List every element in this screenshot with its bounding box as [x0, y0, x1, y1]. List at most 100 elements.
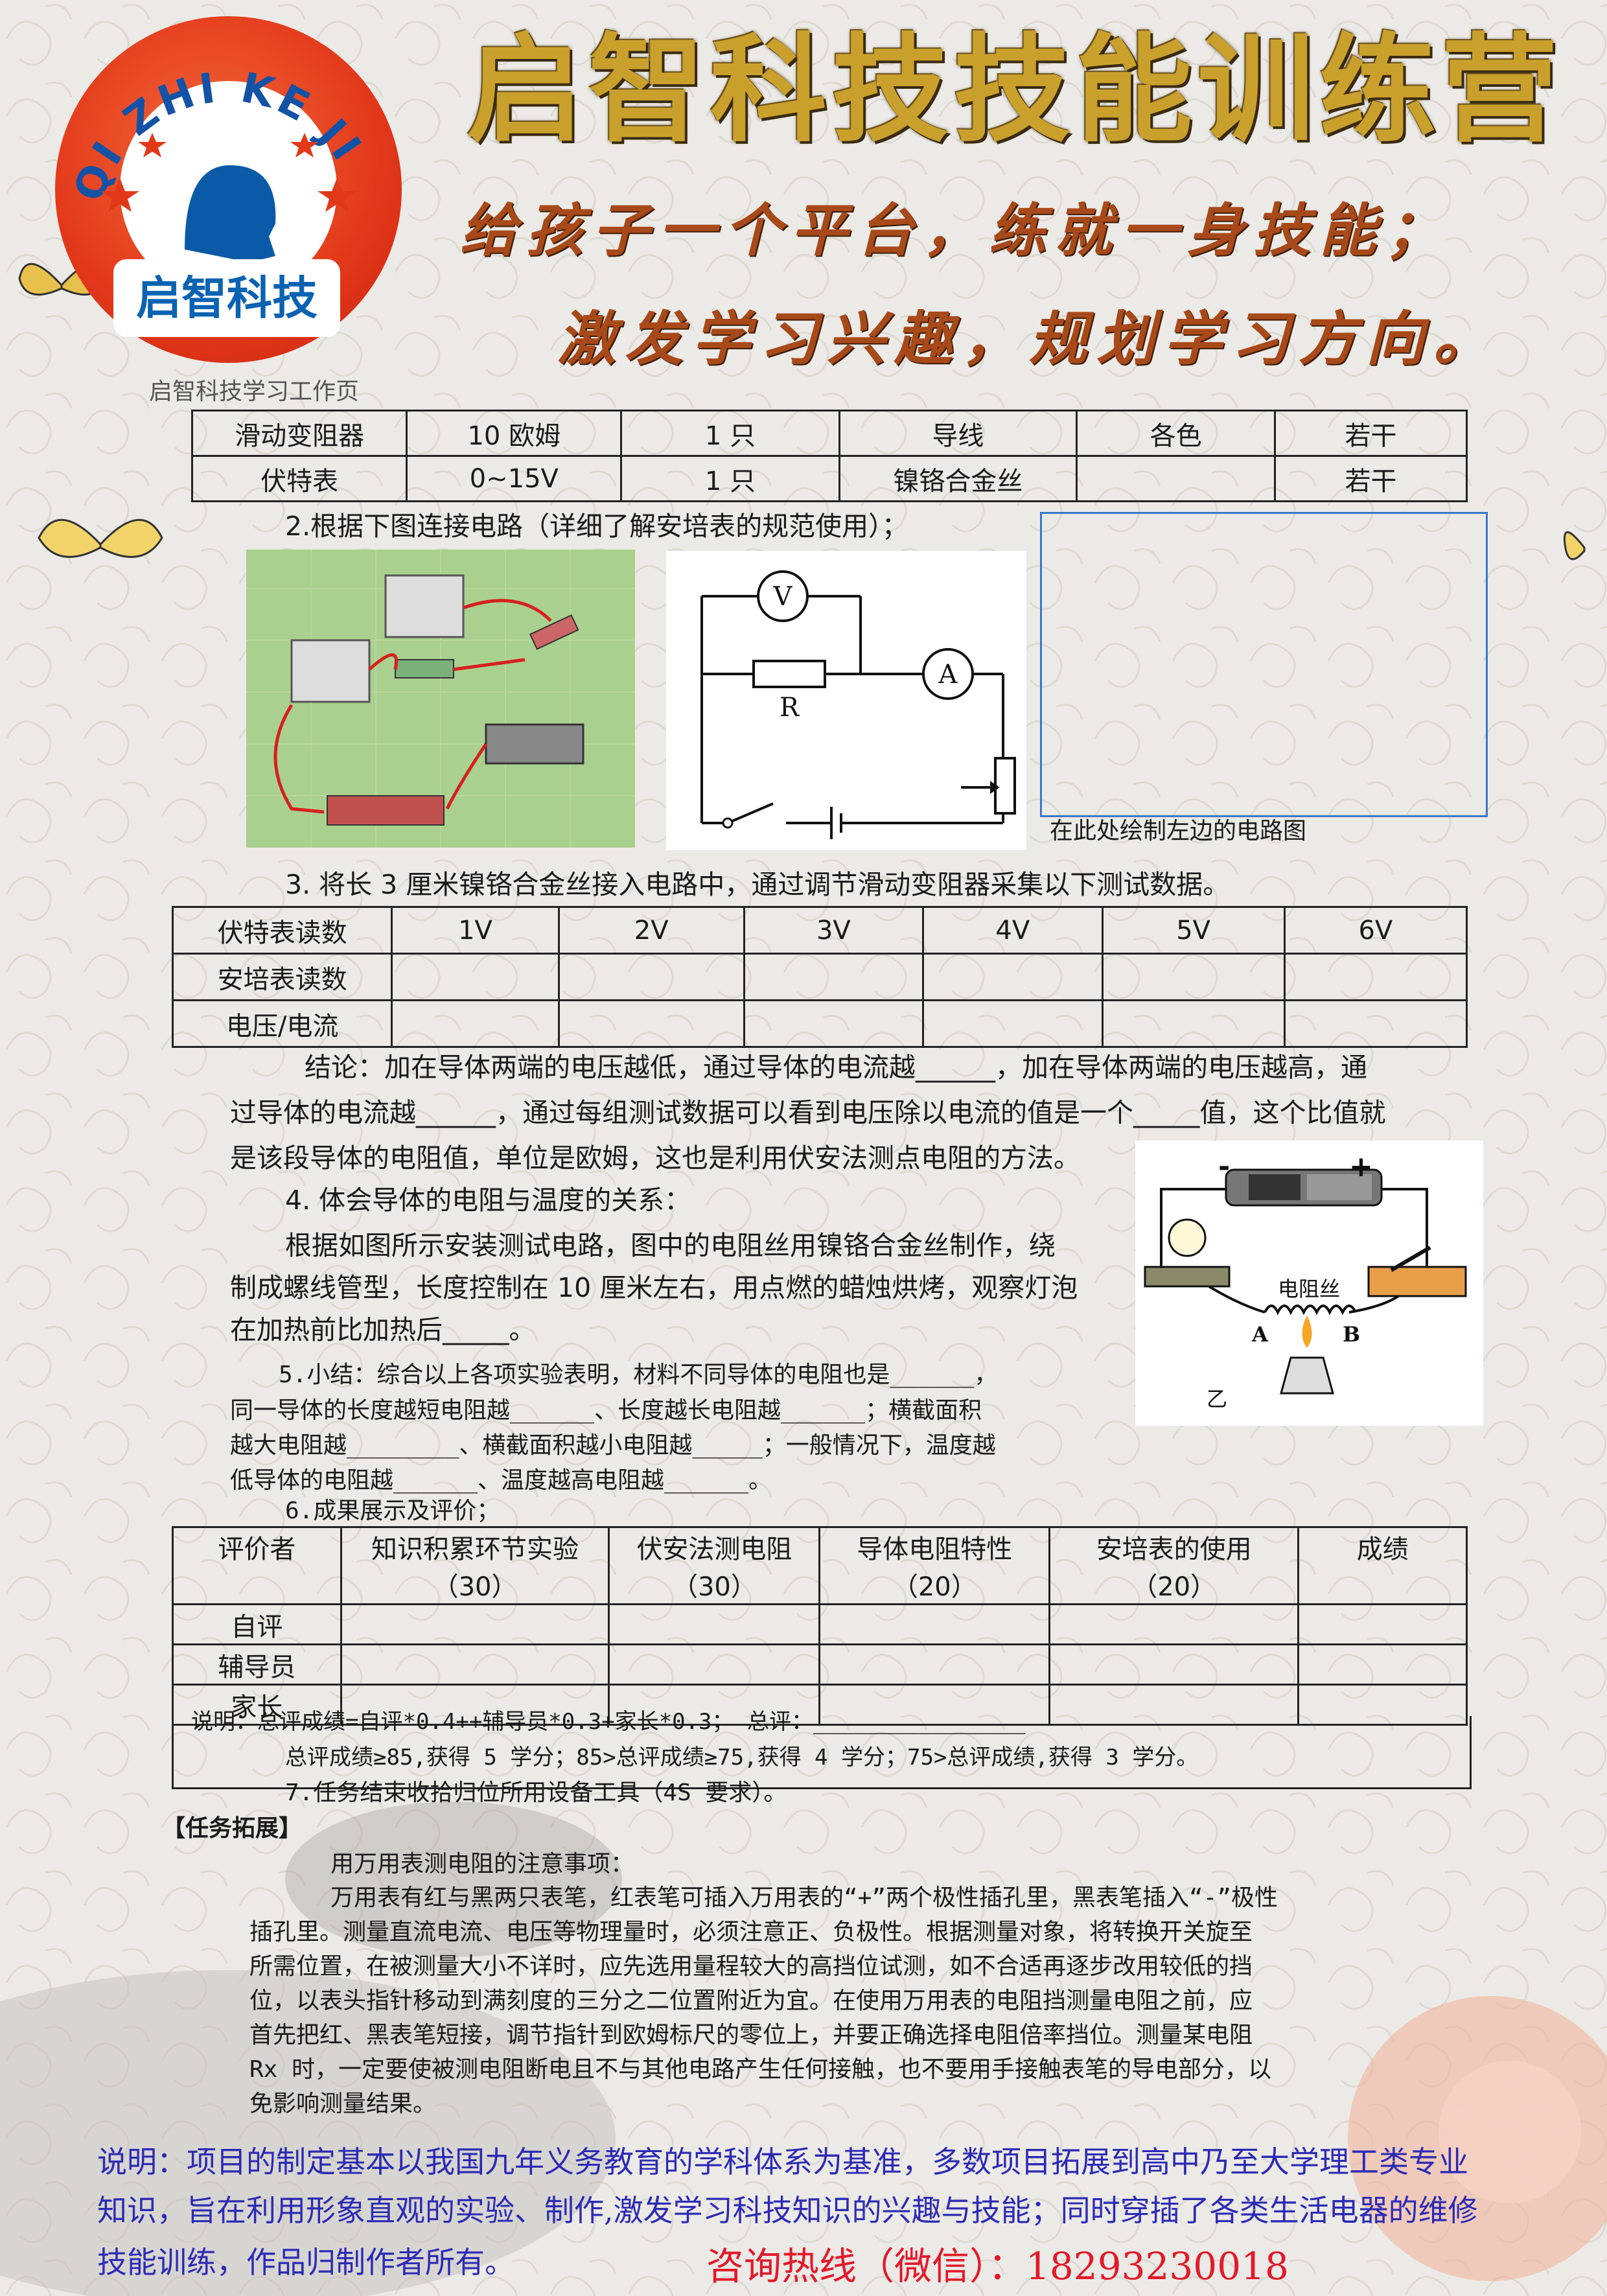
table-cell[interactable]: [743, 999, 925, 1048]
table-cell: 伏特表: [191, 455, 408, 502]
point-a-label: A: [1251, 1322, 1269, 1347]
step5-line-4: 低导体的电阻越______、温度越高电阻越______。: [230, 1467, 772, 1494]
table-header: 导体电阻特性 （20）: [818, 1526, 1051, 1605]
table-cell: 6V: [1283, 906, 1468, 955]
step3-text: 3. 将长 3 厘米镍铬合金丝接入电路中，通过调节滑动变阻器采集以下测试数据。: [285, 869, 1230, 900]
table-cell: 导线: [838, 410, 1078, 457]
footer-line-3: 技能训练，作品归制作者所有。: [97, 2245, 514, 2280]
table-cell: 1 只: [620, 455, 840, 502]
extension-line: 位，以表头指针移动到满刻度的三分之二位置附近为宜。在使用万用表的电阻挡测量电阻之…: [249, 1988, 1253, 2014]
table-cell[interactable]: [1048, 1643, 1300, 1686]
table-cell[interactable]: [340, 1603, 610, 1645]
table-cell[interactable]: [340, 1643, 610, 1686]
butterfly-icon: [38, 519, 163, 558]
extension-line: Rx 时，一定要使被测电阻断电且不与其他电路产生任何接触，也不要用手接触表笔的导…: [249, 2056, 1272, 2083]
battery-minus-label: -: [1218, 1150, 1230, 1183]
extension-line: 首先把红、黑表笔短接，调节指针到欧姆标尺的零位上，并要正确选择电阻倍率挡位。测量…: [249, 2022, 1253, 2048]
table-header: 伏安法测电阻 （30）: [608, 1526, 821, 1605]
drawing-caption: 在此处绘制左边的电路图: [1050, 818, 1307, 844]
header-note: 启智科技学习工作页: [149, 378, 360, 405]
step4-title: 4. 体会导体的电阻与温度的关系：: [285, 1185, 691, 1216]
heating-circuit-diagram: - + 电阻丝 A B 乙: [1135, 1141, 1483, 1426]
table-cell: 2V: [557, 906, 745, 955]
step7-text: 7.任务结束收拾归位所用设备工具（4S 要求）。: [285, 1780, 787, 1806]
step4-line-2: 制成螺线管型，长度控制在 10 厘米左右，用点燃的蜡烛烘烤，观察灯泡: [230, 1272, 1078, 1303]
table-cell: 1 只: [620, 410, 840, 457]
conclusion-line-2: 过导体的电流越______，通过每组测试数据可以看到电压除以电流的值是一个___…: [230, 1097, 1386, 1128]
header-label: 伏安法测电阻: [636, 1535, 792, 1564]
table-cell: 3V: [743, 906, 925, 955]
voltmeter-label: V: [773, 582, 793, 612]
step5-line-2: 同一导体的长度越短电阻越______、长度越长电阻越______；横截面积: [230, 1397, 982, 1424]
table-cell[interactable]: [1283, 953, 1468, 1001]
header-label: 知识积累环节实验: [371, 1535, 579, 1564]
point-b-label: B: [1343, 1322, 1360, 1347]
table-cell[interactable]: [818, 1603, 1051, 1645]
table-cell: 镍铬合金丝: [838, 455, 1078, 502]
equipment-table: 滑动变阻器 10 欧姆 1 只 导线 各色 若干 伏特表 0~15V 1 只 镍…: [191, 410, 1468, 502]
hotline[interactable]: 咨询热线（微信）：18293230018: [706, 2236, 1289, 2290]
table-cell: 安培表读数: [171, 953, 393, 1001]
footer-line-1: 说明：项目的制定基本以我国九年义务教育的学科体系为基准，多数项目拓展到高中乃至大…: [97, 2144, 1468, 2179]
table-cell[interactable]: [1283, 999, 1468, 1048]
evaluation-note-2: 总评成绩≥85,获得 5 学分；85>总评成绩≥75,获得 4 学分；75>总评…: [285, 1745, 1199, 1770]
resistor-label: R: [780, 693, 800, 723]
ammeter-label: A: [938, 660, 958, 690]
header-score: （20）: [1131, 1572, 1217, 1602]
table-cell[interactable]: [1101, 999, 1286, 1048]
step4-line-3: 在加热前比加热后_____。: [230, 1314, 536, 1345]
slogan-line-2: 激发学习兴趣，规划学习方向。: [557, 305, 1501, 373]
table-cell: 1V: [391, 906, 560, 955]
extension-line: 免影响测量结果。: [249, 2091, 437, 2117]
extension-line: 万用表有红与黑两只表笔，红表笔可插入万用表的“+”两个极性插孔里，黑表笔插入“-…: [330, 1884, 1278, 1911]
table-header: 安培表的使用 （20）: [1048, 1526, 1300, 1605]
header-label: 导体电阻特性: [857, 1535, 1013, 1564]
table-cell[interactable]: [608, 1643, 821, 1686]
table-cell: 4V: [922, 906, 1104, 955]
table-cell[interactable]: [1297, 1603, 1468, 1645]
extension-subtitle: 用万用表测电阻的注意事项：: [330, 1851, 634, 1877]
table-cell: 电压/电流: [171, 999, 393, 1048]
circuit-photo: [246, 550, 635, 848]
table-cell[interactable]: [922, 953, 1104, 1001]
step6-title: 6.成果展示及评价；: [285, 1498, 500, 1524]
evaluation-note-1: 说明：总评成绩=自评*0.4++辅导员*0.3+家长*0.3； 总评：_____…: [191, 1709, 1026, 1735]
step5-line-1: 5.小结：综合以上各项实验表明，材料不同导体的电阻也是______，: [279, 1362, 998, 1388]
footer-line-2: 知识，旨在利用形象直观的实验、制作,激发学习科技知识的兴趣与技能；同时穿插了各类…: [97, 2193, 1478, 2228]
table-cell: 滑动变阻器: [191, 410, 408, 457]
row-label: 辅导员: [172, 1643, 342, 1686]
header-label: 评价者: [218, 1535, 296, 1564]
table-cell: 若干: [1274, 455, 1468, 502]
evaluation-table: 评价者 知识积累环节实验 （30） 伏安法测电阻 （30） 导体电阻特性 （20） 安…: [172, 1526, 1468, 1726]
table-cell[interactable]: [1048, 1603, 1300, 1645]
table-cell[interactable]: [743, 953, 925, 1001]
data-table: 伏特表读数 1V 2V 3V 4V 5V 6V 安培表读数 电压/电流: [171, 906, 1468, 1048]
slogan-line-1: 给孩子一个平台，练就一身技能；: [460, 196, 1452, 264]
table-cell: 5V: [1101, 906, 1286, 955]
extension-line: 插孔里。测量直流电流、电压等物理量时，必须注意正、负极性。根据测量对象，将转换开…: [249, 1919, 1253, 1945]
table-cell: [1076, 455, 1277, 502]
table-cell[interactable]: [557, 953, 745, 1001]
table-cell[interactable]: [1101, 953, 1286, 1001]
table-cell[interactable]: [608, 1603, 821, 1645]
conclusion-line-3: 是该段导体的电阻值，单位是欧姆，这也是利用伏安法测点电阻的方法。: [230, 1142, 1080, 1174]
table-cell[interactable]: [1297, 1643, 1468, 1686]
table-cell: 若干: [1274, 410, 1468, 457]
drawing-area[interactable]: [1040, 512, 1488, 817]
step5-line-3: 越大电阻越________、横截面积越小电阻越_____；一般情况下，温度越: [230, 1432, 996, 1459]
circuit-diagram: V R A: [666, 551, 1026, 850]
row-label: 自评: [172, 1603, 342, 1645]
table-cell[interactable]: [391, 999, 560, 1048]
extension-line: 所需位置，在被测量大小不详时，应先选用量程较大的高挡位试测，如不合适再逐步改用较…: [249, 1953, 1253, 1980]
table-cell: 各色: [1076, 410, 1277, 457]
step2-text: 2.根据下图连接电路（详细了解安培表的规范使用）；: [285, 511, 908, 542]
table-cell[interactable]: [557, 999, 745, 1048]
table-cell: 伏特表读数: [171, 906, 393, 955]
table-header: 成绩: [1297, 1526, 1468, 1605]
battery-plus-label: +: [1349, 1150, 1373, 1183]
header-score: （30）: [671, 1572, 757, 1602]
table-cell[interactable]: [922, 999, 1104, 1048]
extension-title: 【任务拓展】: [162, 1815, 303, 1842]
table-cell[interactable]: [818, 1643, 1051, 1686]
table-cell[interactable]: [391, 953, 560, 1001]
